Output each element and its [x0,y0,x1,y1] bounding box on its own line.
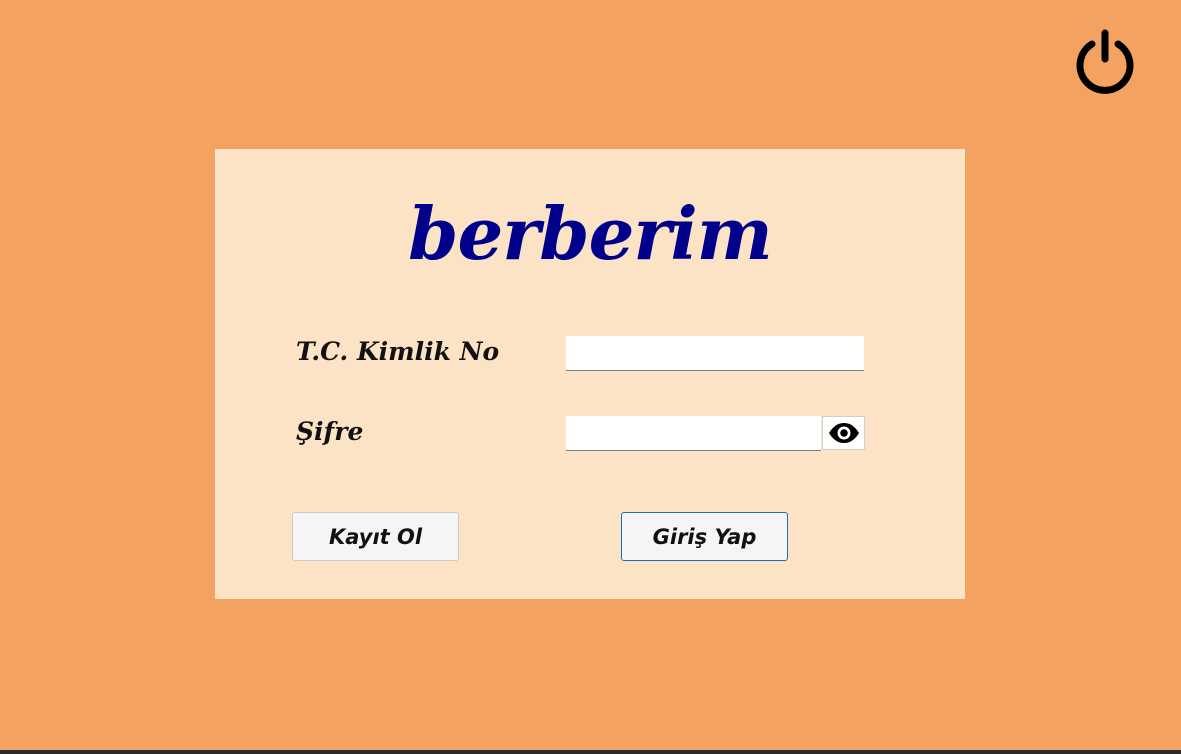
power-icon [1076,29,1134,94]
password-label: Şifre [296,417,364,446]
tc-kimlik-label: T.C. Kimlik No [296,337,500,366]
show-password-button[interactable] [822,416,865,450]
tc-kimlik-input[interactable] [566,336,864,371]
brand-title: berberim [408,191,773,276]
password-input[interactable] [566,416,821,451]
eye-icon [828,423,859,443]
login-panel: berberim T.C. Kimlik No Şifre Kayıt Ol G… [215,149,965,599]
taskbar-edge [0,750,1181,754]
register-button[interactable]: Kayıt Ol [292,512,459,561]
login-button[interactable]: Giriş Yap [621,512,788,561]
power-button[interactable] [1072,28,1138,94]
